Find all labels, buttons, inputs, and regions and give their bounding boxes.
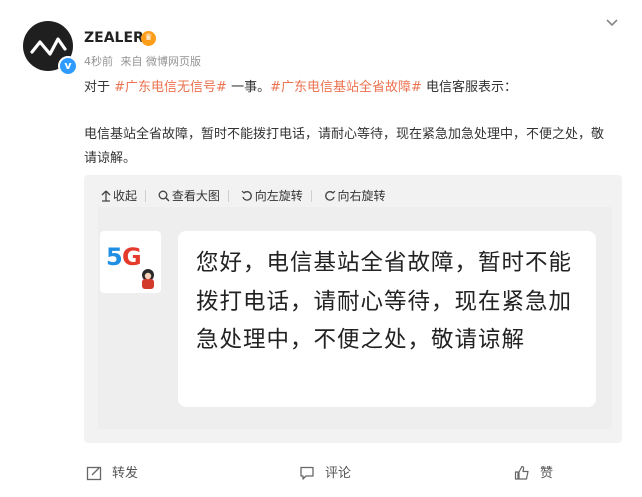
collapse-label: 收起 <box>113 189 138 203</box>
comment-label: 评论 <box>325 466 352 481</box>
comment-icon <box>300 466 314 480</box>
telecom-5g-logo-icon: 5 G <box>106 243 154 289</box>
like-label: 赞 <box>540 466 554 481</box>
collapse-button[interactable]: 收起 <box>101 187 137 204</box>
thumbs-up-icon <box>514 465 529 480</box>
post-meta: 4秒前 来自 微博网页版 <box>84 53 205 69</box>
collapse-arrow-icon <box>101 190 111 202</box>
rotate-left-button[interactable]: 向左旋转 <box>241 187 303 204</box>
repost-icon <box>86 466 102 481</box>
message-text: 您好，电信基站全省故障，暂时不能拨打电话，请耐心等待，现在紧急加急处理中，不便之… <box>196 250 573 354</box>
telecom-5g-avatar: 5 G <box>100 231 161 293</box>
like-button[interactable]: 赞 <box>514 462 553 481</box>
rotate-left-icon <box>241 190 252 201</box>
verified-badge-icon: v <box>58 56 78 76</box>
intro-prefix: 对于 <box>84 80 115 95</box>
repost-label: 转发 <box>112 466 139 481</box>
vip-crown-icon: ♛ <box>141 31 156 46</box>
svg-text:G: G <box>122 243 142 271</box>
comment-button[interactable]: 评论 <box>299 462 351 481</box>
intro-suffix: 电信客服表示： <box>421 80 518 95</box>
rotate-right-label: 向右旋转 <box>337 189 386 203</box>
post-time[interactable]: 4秒前 <box>84 55 113 68</box>
repost-button[interactable]: 转发 <box>86 462 138 481</box>
magnifier-icon <box>158 190 170 202</box>
rotate-right-button[interactable]: 向右旋转 <box>324 187 386 204</box>
author-name[interactable]: ZEALER <box>84 30 144 46</box>
image-toolbar: 收起 查看大图 向左旋转 向右旋转 <box>101 187 386 204</box>
rotate-right-icon <box>324 190 335 201</box>
chevron-down-icon[interactable] <box>604 17 620 29</box>
toolbar-divider <box>310 189 312 202</box>
rotate-left-label: 向左旋转 <box>254 189 303 203</box>
post-source: 来自 微博网页版 <box>120 55 202 68</box>
svg-text:5: 5 <box>106 243 123 271</box>
toolbar-divider <box>145 189 147 202</box>
toolbar-divider <box>227 189 229 202</box>
post-body: 电信基站全省故障，暂时不能拨打电话，请耐心等待，现在紧急加急处理中，不便之处，敬… <box>84 127 605 166</box>
intro-middle: 一事。 <box>226 80 271 95</box>
view-large-label: 查看大图 <box>171 189 220 203</box>
hashtag-link[interactable]: #广东电信无信号# <box>114 80 227 95</box>
hashtag-link[interactable]: #广东电信基站全省故障# <box>270 80 422 95</box>
view-large-button[interactable]: 查看大图 <box>158 187 220 204</box>
post-intro: 对于 #广东电信无信号# 一事。#广东电信基站全省故障# 电信客服表示： <box>84 76 517 95</box>
